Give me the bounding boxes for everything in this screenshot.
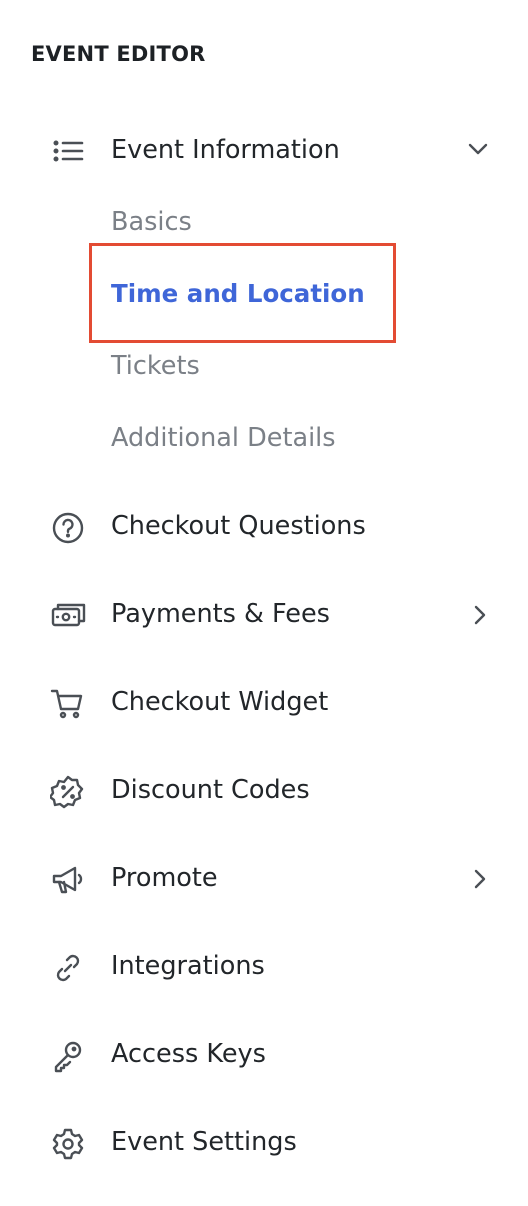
nav-item-label: Access Keys xyxy=(111,1039,266,1069)
chevron-right-icon[interactable] xyxy=(473,868,487,890)
nav-item-checkout-questions[interactable]: Checkout Questions xyxy=(0,504,528,548)
nav-item-event-information[interactable]: Event Information xyxy=(0,128,528,172)
nav-item-integrations[interactable]: Integrations xyxy=(0,944,528,988)
editor-title: EVENT EDITOR xyxy=(31,42,206,66)
nav-item-access-keys[interactable]: Access Keys xyxy=(0,1032,528,1076)
cart-icon xyxy=(50,689,83,719)
nav-item-label: Payments & Fees xyxy=(111,599,330,629)
chevron-right-icon[interactable] xyxy=(473,604,487,626)
nav-item-promote[interactable]: Promote xyxy=(0,856,528,900)
discount-badge-icon xyxy=(50,775,84,809)
chevron-down-icon[interactable] xyxy=(467,142,489,156)
question-circle-icon xyxy=(52,512,84,544)
nav-item-label: Checkout Widget xyxy=(111,687,329,717)
list-icon xyxy=(53,140,84,162)
nav-item-payments-fees[interactable]: Payments & Fees xyxy=(0,592,528,636)
gear-icon xyxy=(52,1128,84,1160)
link-icon xyxy=(56,954,80,982)
nav-item-discount-codes[interactable]: Discount Codes xyxy=(0,768,528,812)
sub-item-basics[interactable]: Basics xyxy=(111,206,192,238)
sub-item-additional-details[interactable]: Additional Details xyxy=(111,422,336,454)
nav-item-checkout-widget[interactable]: Checkout Widget xyxy=(0,680,528,724)
nav-item-label: Discount Codes xyxy=(111,775,310,805)
nav-item-label: Promote xyxy=(111,863,218,893)
sub-item-tickets[interactable]: Tickets xyxy=(111,350,200,382)
nav-item-label: Checkout Questions xyxy=(111,511,366,541)
megaphone-icon xyxy=(52,866,83,894)
key-icon xyxy=(54,1041,82,1073)
cash-icon xyxy=(51,603,86,627)
sub-item-time-and-location[interactable]: Time and Location xyxy=(111,278,365,310)
nav-item-label: Event Settings xyxy=(111,1127,297,1157)
nav-item-event-settings[interactable]: Event Settings xyxy=(0,1120,528,1164)
nav-item-label: Integrations xyxy=(111,951,265,981)
nav-item-label: Event Information xyxy=(111,135,340,165)
